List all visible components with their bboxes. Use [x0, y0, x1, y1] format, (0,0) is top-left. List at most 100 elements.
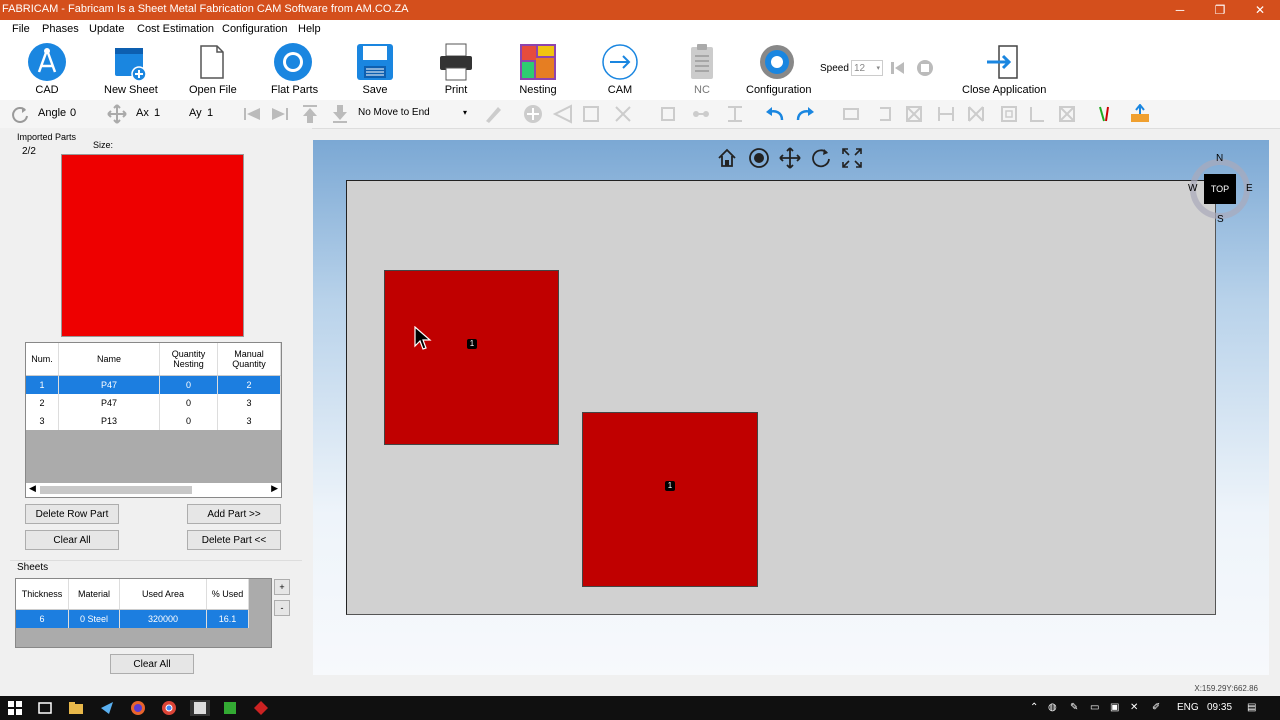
app-icon[interactable]: [99, 700, 115, 716]
bridge-icon[interactable]: [966, 104, 986, 124]
horizontal-scrollbar[interactable]: ◀ ▶: [26, 483, 281, 497]
network-icon[interactable]: ▣: [1110, 702, 1119, 713]
green-app-icon[interactable]: [222, 700, 238, 716]
table-row[interactable]: 2 P47 0 3: [26, 394, 281, 412]
table-row[interactable]: 6 0 Steel 320000 16.1: [16, 609, 249, 628]
new-sheet-button[interactable]: New Sheet: [104, 40, 158, 98]
menu-help[interactable]: Help: [298, 23, 321, 35]
remove-sheet-button[interactable]: -: [274, 600, 290, 616]
mouse-cursor-icon: [414, 325, 432, 352]
size-label: Size:: [93, 140, 114, 150]
open-file-button[interactable]: Open File: [189, 40, 237, 98]
nc-icon[interactable]: [613, 104, 633, 124]
print-button[interactable]: Print: [436, 40, 476, 98]
mirror-icon[interactable]: [936, 104, 956, 124]
pen-icon[interactable]: ✐: [1152, 702, 1160, 713]
pan-icon[interactable]: [779, 147, 801, 169]
nodes-icon[interactable]: [691, 104, 711, 124]
arrow-up-icon[interactable]: [300, 104, 320, 124]
menu-update[interactable]: Update: [89, 23, 124, 35]
tray-icon-1[interactable]: ◍: [1048, 702, 1057, 713]
close-application-button[interactable]: Close Application: [962, 40, 1046, 98]
export-icon[interactable]: [1130, 103, 1150, 124]
angle-input[interactable]: 0: [70, 107, 76, 119]
nesting-button[interactable]: Nesting: [518, 40, 558, 98]
redo-icon[interactable]: [795, 104, 815, 124]
rotate-part-icon[interactable]: [875, 104, 895, 124]
windows-start-icon[interactable]: [7, 700, 23, 716]
home-icon[interactable]: [716, 147, 738, 169]
frame-icon[interactable]: [999, 104, 1019, 124]
rotate-icon[interactable]: [10, 104, 30, 124]
save-button[interactable]: Save: [355, 40, 395, 98]
table-row[interactable]: 1 P47 0 2: [26, 375, 281, 394]
ax-input[interactable]: 1: [154, 107, 160, 119]
tray-icon-2[interactable]: ✎: [1070, 702, 1078, 713]
nc-button[interactable]: NC: [682, 40, 722, 98]
corner-icon[interactable]: [1027, 104, 1047, 124]
undo-icon[interactable]: [765, 104, 785, 124]
cam-button[interactable]: CAM: [600, 40, 640, 98]
language-indicator[interactable]: ENG: [1177, 702, 1199, 713]
skip-back-icon[interactable]: [888, 59, 906, 77]
menu-cost-estimation[interactable]: Cost Estimation: [137, 23, 214, 35]
align-icon[interactable]: [841, 104, 861, 124]
rotate-view-icon[interactable]: [810, 147, 832, 169]
fullscreen-icon[interactable]: [841, 147, 863, 169]
battery-icon[interactable]: ▭: [1090, 702, 1099, 713]
clear-all-sheets-button[interactable]: Clear All: [110, 654, 194, 674]
minimize-button[interactable]: ─: [1160, 0, 1200, 20]
delete-part-button[interactable]: Delete Part <<: [187, 530, 281, 550]
clock[interactable]: 09:35: [1207, 702, 1232, 713]
copy-icon[interactable]: [658, 104, 678, 124]
configuration-button[interactable]: Configuration: [746, 40, 811, 98]
maximize-button[interactable]: ❐: [1200, 0, 1240, 20]
nested-part-1[interactable]: 1: [384, 270, 559, 445]
move-mode-select[interactable]: No Move to End ▾: [356, 104, 469, 122]
scroll-right-icon[interactable]: ▶: [271, 483, 278, 494]
stop-icon[interactable]: [916, 59, 934, 77]
add-part-button[interactable]: Add Part >>: [187, 504, 281, 524]
tool-lines-icon[interactable]: [1096, 104, 1116, 124]
ay-input[interactable]: 1: [207, 107, 213, 119]
menu-configuration[interactable]: Configuration: [222, 23, 287, 35]
delete-row-part-button[interactable]: Delete Row Part: [25, 504, 119, 524]
tray-chevron-up-icon[interactable]: ⌃: [1030, 702, 1038, 713]
cross-box-icon[interactable]: [1057, 104, 1077, 124]
pencil-icon[interactable]: [483, 104, 503, 124]
volume-icon[interactable]: ✕: [1130, 702, 1138, 713]
view-top-face[interactable]: TOP: [1204, 174, 1236, 204]
task-view-icon[interactable]: [37, 700, 53, 716]
file-explorer-icon[interactable]: [68, 700, 84, 716]
delete-parts-icon[interactable]: [904, 104, 924, 124]
add-sheet-button[interactable]: +: [274, 579, 290, 595]
speed-select[interactable]: 12 ▾: [851, 60, 883, 76]
cad-button[interactable]: CAD: [27, 40, 67, 98]
view-cube[interactable]: TOP N S W E: [1188, 153, 1253, 225]
split-icon[interactable]: [725, 104, 745, 124]
clear-all-parts-button[interactable]: Clear All: [25, 530, 119, 550]
add-circle-icon[interactable]: [523, 104, 543, 124]
scrollbar-thumb[interactable]: [40, 486, 192, 494]
close-button[interactable]: ✕: [1240, 0, 1280, 20]
arrow-down-icon[interactable]: [330, 104, 350, 124]
flat-parts-button[interactable]: Flat Parts: [271, 40, 318, 98]
firefox-icon[interactable]: [130, 700, 146, 716]
arrow-right-end-icon[interactable]: [270, 104, 290, 124]
column-header-percent-used: % Used: [206, 579, 249, 610]
red-app-icon[interactable]: [253, 700, 269, 716]
nested-part-2[interactable]: 1: [582, 412, 758, 587]
chrome-icon[interactable]: [161, 700, 177, 716]
table-row[interactable]: 3 P13 0 3: [26, 412, 281, 430]
move-icon[interactable]: [107, 104, 127, 124]
measure-icon[interactable]: [581, 104, 601, 124]
menu-file[interactable]: File: [12, 23, 30, 35]
arrow-left-end-icon[interactable]: [242, 104, 262, 124]
zoom-fit-icon[interactable]: [748, 147, 770, 169]
shape-icon[interactable]: [552, 104, 573, 124]
notifications-icon[interactable]: ▤: [1247, 702, 1256, 713]
file-icon: [191, 42, 231, 82]
scroll-left-icon[interactable]: ◀: [29, 483, 36, 494]
menu-phases[interactable]: Phases: [42, 23, 79, 35]
fabricam-taskbar-icon[interactable]: [190, 700, 210, 716]
